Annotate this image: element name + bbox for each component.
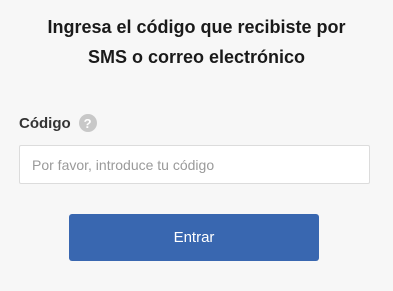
code-input[interactable] xyxy=(19,145,370,184)
help-question-icon[interactable]: ? xyxy=(78,114,97,132)
code-field-label: Código xyxy=(19,114,71,132)
page-title-line-1: Ingresa el código que recibiste por xyxy=(47,17,346,37)
code-label-row: Código ? xyxy=(19,114,97,132)
page-title: Ingresa el código que recibiste por SMS … xyxy=(0,12,393,72)
page-title-line-2: SMS o correo electrónico xyxy=(87,47,306,67)
enter-button[interactable]: Entrar xyxy=(69,214,319,261)
